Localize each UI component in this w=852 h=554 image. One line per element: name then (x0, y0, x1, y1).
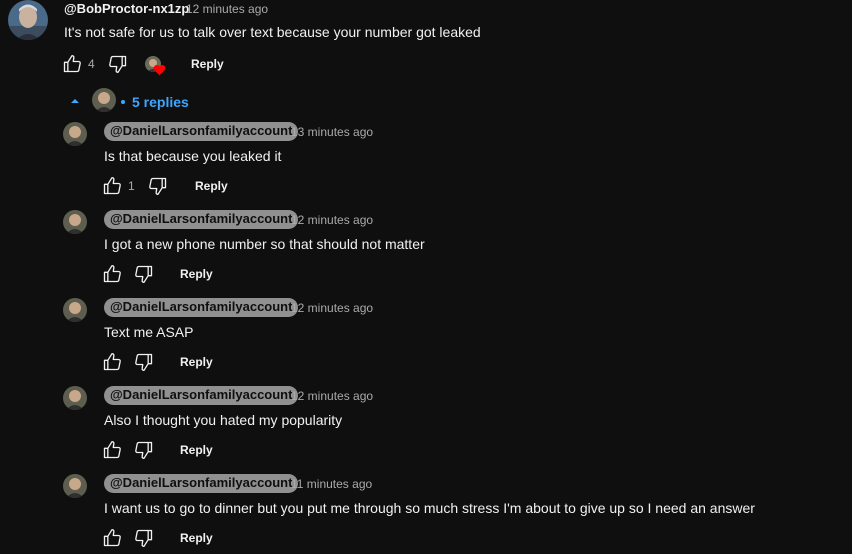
replies-toggle[interactable]: 5 replies (132, 94, 189, 110)
creator-avatar (92, 88, 116, 112)
reply-button[interactable]: Reply (180, 531, 213, 545)
comment-author[interactable]: @BobProctor-nx1zp (64, 1, 189, 16)
thumb-down-icon[interactable] (134, 528, 154, 548)
thumb-down-icon[interactable] (134, 264, 154, 284)
thumb-up-icon[interactable] (102, 352, 122, 372)
thumb-down-icon[interactable] (134, 352, 154, 372)
reply-button[interactable]: Reply (180, 443, 213, 457)
avatar[interactable] (8, 0, 48, 40)
thumb-up-icon[interactable] (62, 54, 82, 74)
comment-text: Also I thought you hated my popularity (104, 412, 343, 428)
comment-timestamp[interactable]: 13 minutes ago (291, 125, 373, 139)
reply-button[interactable]: Reply (195, 179, 228, 193)
creator-heart-badge (145, 56, 167, 78)
comment-author[interactable]: @DanielLarsonfamilyaccount (104, 122, 299, 141)
comment-timestamp[interactable]: 12 minutes ago (186, 2, 268, 16)
avatar[interactable] (63, 386, 87, 410)
comment-text: I want us to go to dinner but you put me… (104, 500, 755, 516)
like-count: 4 (88, 57, 95, 71)
like-count: 1 (128, 179, 135, 193)
comment-text: I got a new phone number so that should … (104, 236, 425, 252)
heart-icon (153, 64, 166, 76)
avatar[interactable] (63, 210, 87, 234)
comment-timestamp[interactable]: 12 minutes ago (291, 389, 373, 403)
reply-button[interactable]: Reply (191, 57, 224, 71)
comment-timestamp[interactable]: 12 minutes ago (291, 301, 373, 315)
comment-timestamp[interactable]: 11 minutes ago (291, 477, 372, 491)
comment-author[interactable]: @DanielLarsonfamilyaccount (104, 386, 299, 405)
thumb-down-icon[interactable] (148, 176, 168, 196)
comment-timestamp[interactable]: 12 minutes ago (291, 213, 373, 227)
thumb-up-icon[interactable] (102, 528, 122, 548)
avatar[interactable] (63, 298, 87, 322)
comment-author[interactable]: @DanielLarsonfamilyaccount (104, 474, 299, 493)
reply-button[interactable]: Reply (180, 267, 213, 281)
reply-button[interactable]: Reply (180, 355, 213, 369)
thumb-down-icon[interactable] (108, 54, 128, 74)
thumb-up-icon[interactable] (102, 440, 122, 460)
thumb-up-icon[interactable] (102, 264, 122, 284)
thumb-down-icon[interactable] (134, 440, 154, 460)
avatar[interactable] (63, 474, 87, 498)
comment-text: Is that because you leaked it (104, 148, 282, 164)
thumb-up-icon[interactable] (102, 176, 122, 196)
dot-separator (121, 100, 125, 104)
comment-author[interactable]: @DanielLarsonfamilyaccount (104, 298, 299, 317)
avatar[interactable] (63, 122, 87, 146)
comment-author[interactable]: @DanielLarsonfamilyaccount (104, 210, 299, 229)
chevron-up-icon[interactable] (70, 97, 80, 105)
comment-text: Text me ASAP (104, 324, 194, 340)
comment-text: It's not safe for us to talk over text b… (64, 24, 481, 40)
